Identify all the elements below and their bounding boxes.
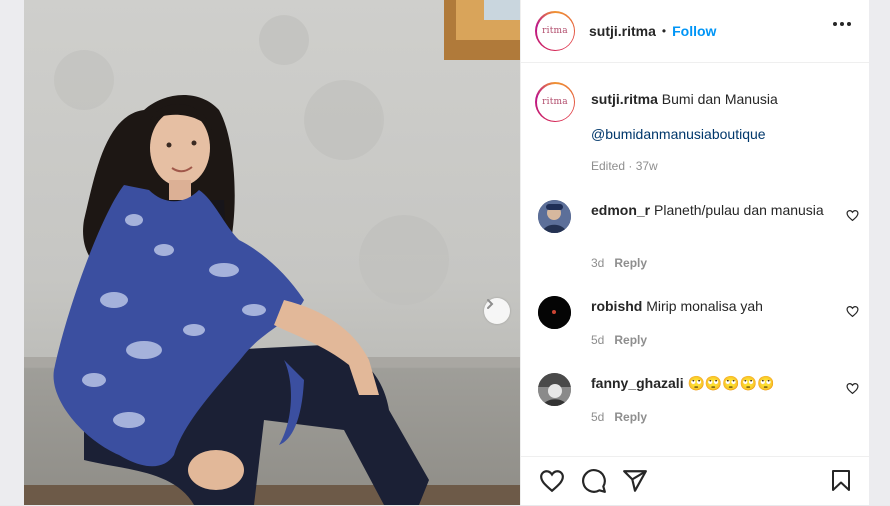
user-photo-icon	[538, 200, 571, 233]
comment-body: fanny_ghazali 🙄🙄🙄🙄🙄	[591, 374, 831, 393]
caption-text-line: sutji.ritma Bumi dan Manusia	[591, 90, 861, 108]
page-background-right	[868, 0, 890, 505]
comment-time: 3d	[591, 256, 605, 270]
comment-time: 5d	[591, 333, 605, 347]
caption-mention-link[interactable]: @bumidanmanusiaboutique	[591, 126, 766, 142]
chevron-right-icon	[487, 299, 494, 309]
reply-button[interactable]: Reply	[614, 410, 647, 424]
comment-body: robishd Mirip monalisa yah	[591, 297, 831, 316]
photo-illustration	[24, 0, 520, 505]
comment-meta: 5d Reply	[591, 410, 647, 424]
comment-text: Mirip monalisa yah	[646, 298, 763, 314]
comment-username[interactable]: robishd	[591, 298, 642, 314]
caption-username[interactable]: sutji.ritma	[591, 91, 658, 107]
post-sidebar: ritma sutji.ritma • Follow ritma sutji.r…	[520, 0, 869, 505]
heart-icon[interactable]	[846, 305, 859, 318]
heart-icon[interactable]	[539, 468, 565, 494]
comment-avatar[interactable]	[538, 296, 571, 329]
avatar-logo: ritma	[536, 12, 574, 50]
reply-button[interactable]: Reply	[614, 333, 647, 347]
heart-icon[interactable]	[846, 382, 859, 395]
avatar[interactable]: ritma	[535, 11, 575, 51]
user-photo-icon	[538, 373, 571, 406]
comment-meta: 5d Reply	[591, 333, 647, 347]
next-image-button[interactable]	[484, 298, 510, 324]
follow-button[interactable]: Follow	[672, 23, 716, 39]
separator-dot: •	[661, 24, 667, 38]
post-actions-bar	[521, 456, 869, 506]
comment-time: 5d	[591, 410, 605, 424]
comment-username[interactable]: fanny_ghazali	[591, 375, 684, 391]
comment-icon[interactable]	[581, 468, 607, 494]
user-photo-icon	[538, 296, 571, 329]
comment-avatar[interactable]	[538, 200, 571, 233]
caption-meta: Edited · 37w	[591, 159, 658, 173]
send-icon[interactable]	[622, 468, 648, 494]
comment-text: 🙄🙄🙄🙄🙄	[687, 375, 775, 391]
comment-text: Planeth/pulau dan manusia	[654, 202, 824, 218]
bookmark-icon[interactable]	[829, 468, 853, 494]
caption-avatar[interactable]: ritma	[535, 82, 575, 122]
heart-icon[interactable]	[846, 209, 859, 222]
face	[150, 110, 210, 186]
page-background-left	[0, 0, 24, 505]
comment-body: edmon_r Planeth/pulau dan manusia	[591, 201, 831, 220]
comment-username[interactable]: edmon_r	[591, 202, 650, 218]
more-horizontal-icon[interactable]	[833, 22, 851, 26]
reply-button[interactable]: Reply	[614, 256, 647, 270]
hand	[188, 450, 244, 490]
caption-avatar-logo: ritma	[536, 83, 574, 121]
post-photo[interactable]	[24, 0, 520, 505]
post-username[interactable]: sutji.ritma	[589, 23, 656, 39]
caption-text: Bumi dan Manusia	[661, 91, 778, 107]
comment-meta: 3d Reply	[591, 256, 647, 270]
comment-avatar[interactable]	[538, 373, 571, 406]
post-header: ritma sutji.ritma • Follow	[521, 0, 869, 63]
